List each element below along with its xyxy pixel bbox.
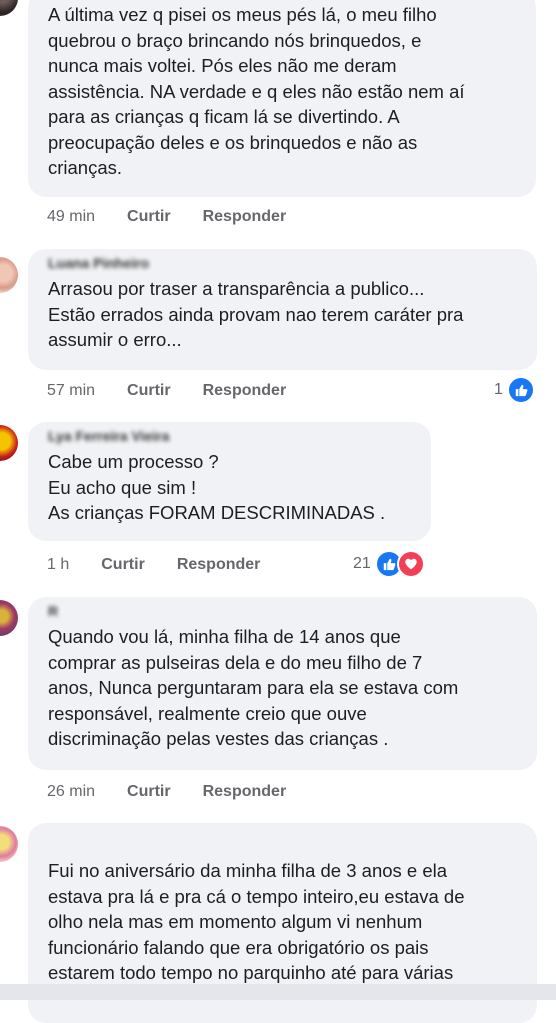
reply-link[interactable]: Responder	[203, 783, 287, 801]
comment-bubble: R Quando vou lá, minha filha de 14 anos …	[28, 597, 537, 770]
comment-text: Cabe um processo ? Eu acho que sim ! As …	[48, 451, 386, 523]
comment-text: Arrasou por traser a transparência a pub…	[48, 278, 464, 350]
comment-text: Fui no aniversário da minha filha de 3 a…	[48, 860, 465, 983]
like-link[interactable]: Curtir	[127, 783, 171, 801]
avatar[interactable]	[0, 826, 18, 862]
comment-time: 57 min	[47, 382, 96, 399]
like-link[interactable]: Curtir	[127, 382, 171, 400]
reaction-summary[interactable]: 21	[353, 550, 425, 578]
like-link[interactable]: Curtir	[101, 556, 145, 574]
reply-link[interactable]: Responder	[203, 208, 287, 226]
comment-bubble: Lya Ferreira Vieira Cabe um processo ? E…	[28, 422, 431, 541]
comment-author[interactable]	[48, 829, 523, 847]
love-icon	[396, 550, 425, 578]
comment-text: Quando vou lá, minha filha de 14 anos qu…	[48, 626, 459, 749]
comment-bubble: A última vez q pisei os meus pés lá, o m…	[28, 0, 536, 197]
reply-link[interactable]: Responder	[203, 382, 287, 400]
avatar[interactable]	[0, 0, 18, 16]
reaction-count: 1	[494, 381, 503, 398]
comment-time: 1 h	[47, 556, 70, 573]
avatar[interactable]	[0, 257, 18, 293]
comment-author[interactable]: R	[48, 603, 523, 621]
comment-actions: 26 min Curtir Responder	[47, 780, 318, 804]
like-link[interactable]: Curtir	[127, 208, 171, 226]
comment-time: 26 min	[47, 783, 96, 800]
comment-author[interactable]: Lya Ferreira Vieira	[48, 428, 417, 446]
reaction-count: 21	[353, 555, 371, 572]
reply-link[interactable]: Responder	[177, 556, 261, 574]
comment-actions: 49 min Curtir Responder	[47, 205, 318, 229]
comment-text: A última vez q pisei os meus pés lá, o m…	[48, 4, 465, 178]
comment-actions: 1 h Curtir Responder	[47, 553, 292, 577]
avatar[interactable]	[0, 600, 18, 636]
comment-author[interactable]: Luana Pinheiro	[48, 255, 523, 273]
avatar[interactable]	[0, 425, 18, 461]
comment-bubble: Luana Pinheiro Arrasou por traser a tran…	[28, 249, 537, 370]
reaction-summary[interactable]: 1	[494, 376, 535, 404]
bottom-edge	[0, 984, 556, 1000]
like-icon	[506, 376, 535, 404]
comment-time: 49 min	[47, 208, 96, 225]
comment-actions: 57 min Curtir Responder	[47, 379, 318, 403]
